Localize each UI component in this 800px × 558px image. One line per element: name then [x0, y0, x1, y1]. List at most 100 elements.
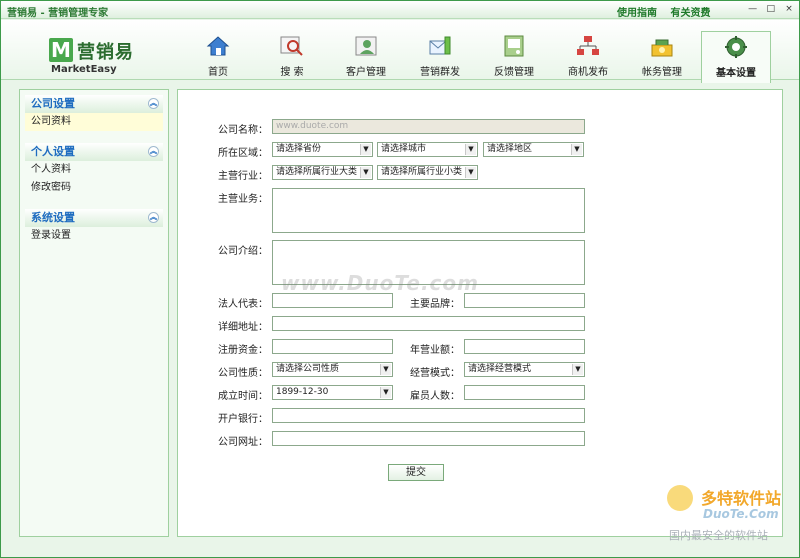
nav-customer[interactable]: 客户管理 [331, 31, 401, 79]
search-icon [280, 36, 303, 56]
watermark-en: DuoTe.Com [703, 507, 779, 521]
close-button[interactable]: × [783, 3, 795, 15]
region-label: 所在区域： [218, 148, 268, 159]
logo-en: MarketEasy [51, 64, 117, 75]
sidebar-item-personal-info[interactable]: 个人资料 [25, 161, 163, 179]
founded-date-picker[interactable]: 1899-12-30 ▼ [272, 385, 393, 400]
brand-label: 主要品牌： [410, 299, 460, 310]
nav-broadcast-label: 营销群发 [420, 67, 460, 78]
nav-broadcast[interactable]: 营销群发 [405, 31, 475, 79]
city-value: 请选择城市 [381, 144, 427, 154]
nav-feedback[interactable]: 反馈管理 [479, 31, 549, 79]
sidebar-item-company-info[interactable]: 公司资料 [25, 113, 163, 131]
nature-value: 请选择公司性质 [276, 364, 340, 374]
watermark-cn: 多特软件站 [701, 489, 782, 508]
employees-label: 雇员人数： [410, 391, 460, 402]
home-icon [206, 36, 230, 56]
app-logo: M 营销易 MarketEasy [49, 38, 149, 78]
window-title: 营销易 - 营销管理专家 [7, 8, 109, 19]
nav-customer-label: 客户管理 [346, 67, 386, 78]
industry-major-select[interactable]: 请选择所属行业大类 ▼ [272, 165, 373, 180]
customer-icon [355, 36, 377, 56]
sidebar-header-company[interactable]: 公司设置 ︽ [25, 95, 163, 113]
watermark-badge: 多特软件站 DuoTe.Com 国内最安全的软件站 [661, 479, 791, 549]
sidebar-header-personal[interactable]: 个人设置 ︽ [25, 143, 163, 161]
nature-select[interactable]: 请选择公司性质 ▼ [272, 362, 393, 377]
pricing-link[interactable]: 有关资费 [670, 8, 710, 19]
nav-opportunity[interactable]: 商机发布 [553, 31, 623, 79]
nav-settings-label: 基本设置 [716, 68, 756, 79]
maximize-button[interactable]: □ [765, 3, 777, 15]
business-textarea[interactable] [272, 188, 585, 233]
province-value: 请选择省份 [276, 144, 322, 154]
province-select[interactable]: 请选择省份 ▼ [272, 142, 373, 157]
employees-field[interactable] [464, 385, 585, 400]
industry-label: 主营行业： [218, 171, 268, 182]
company-name-label: 公司名称： [218, 125, 268, 136]
watermark-tag: 国内最安全的软件站 [669, 529, 768, 542]
nav-opportunity-label: 商机发布 [568, 67, 608, 78]
chevron-down-icon: ▼ [360, 167, 371, 178]
sidebar-item-login-settings[interactable]: 登录设置 [25, 227, 163, 245]
submit-button[interactable]: 提交 [388, 464, 444, 481]
guide-link[interactable]: 使用指南 [617, 8, 657, 19]
logo-mark: M [49, 38, 73, 62]
website-label: 公司网址： [218, 437, 268, 448]
watermark-url: www.DuoTe.com [281, 271, 479, 295]
sidebar-item-change-password[interactable]: 修改密码 [25, 179, 163, 197]
nav-feedback-label: 反馈管理 [494, 67, 534, 78]
chevron-down-icon: ▼ [465, 144, 476, 155]
revenue-label: 年营业额： [410, 345, 460, 356]
website-field[interactable] [272, 431, 585, 446]
sidebar-group-system: 系统设置 ︽ 登录设置 [25, 209, 163, 245]
nav-search-label: 搜 索 [280, 67, 304, 78]
sidebar-group-company: 公司设置 ︽ 公司资料 [25, 95, 163, 131]
company-name-field[interactable]: www.duote.com [272, 119, 585, 134]
sidebar-group-personal: 个人设置 ︽ 个人资料 修改密码 [25, 143, 163, 197]
bank-field[interactable] [272, 408, 585, 423]
sidebar-header-label: 系统设置 [31, 211, 75, 224]
legal-rep-field[interactable] [272, 293, 393, 308]
nav-search[interactable]: 搜 索 [257, 31, 327, 79]
nature-label: 公司性质： [218, 368, 268, 379]
chevron-up-icon[interactable]: ︽ [148, 212, 159, 223]
address-label: 详细地址： [218, 322, 268, 333]
intro-label: 公司介绍： [218, 246, 268, 257]
org-chart-icon [577, 36, 599, 55]
nav-settings[interactable]: 基本设置 [701, 31, 771, 83]
chevron-up-icon[interactable]: ︽ [148, 98, 159, 109]
app-window: 营销易 - 营销管理专家 使用指南 有关资费 — □ × M 营销易 Marke… [0, 0, 800, 558]
sidebar-header-system[interactable]: 系统设置 ︽ [25, 209, 163, 227]
chevron-up-icon[interactable]: ︽ [148, 146, 159, 157]
nav-account[interactable]: 帐务管理 [627, 31, 697, 79]
chevron-down-icon: ▼ [465, 167, 476, 178]
chevron-down-icon: ▼ [380, 387, 391, 398]
capital-field[interactable] [272, 339, 393, 354]
minimize-button[interactable]: — [747, 3, 759, 15]
industry-major-value: 请选择所属行业大类 [276, 167, 358, 177]
chevron-down-icon: ▼ [360, 144, 371, 155]
nav-home-label: 首页 [208, 67, 228, 78]
mode-value: 请选择经营模式 [468, 364, 532, 374]
nav-home[interactable]: 首页 [183, 31, 253, 79]
industry-minor-value: 请选择所属行业小类 [381, 167, 463, 177]
main-toolbar: M 营销易 MarketEasy 首页 搜 索 客户管理 营销群发 反馈管理 商… [1, 20, 799, 83]
mode-select[interactable]: 请选择经营模式 ▼ [464, 362, 585, 377]
district-select[interactable]: 请选择地区 ▼ [483, 142, 584, 157]
mascot-icon [667, 485, 693, 511]
industry-minor-select[interactable]: 请选择所属行业小类 ▼ [377, 165, 478, 180]
chevron-down-icon: ▼ [572, 364, 583, 375]
nav-account-label: 帐务管理 [642, 67, 682, 78]
address-field[interactable] [272, 316, 585, 331]
founded-value: 1899-12-30 [276, 387, 329, 397]
brand-field[interactable] [464, 293, 585, 308]
company-form: 公司名称： www.duote.com 所在区域： 请选择省份 ▼ 请选择城市 ▼ … [177, 89, 783, 537]
revenue-field[interactable] [464, 339, 585, 354]
title-links: 使用指南 有关资费 [617, 4, 720, 19]
sidebar: 公司设置 ︽ 公司资料 个人设置 ︽ 个人资料 修改密码 系统设置 ︽ 登录设置 [19, 89, 169, 537]
logo-cn: 营销易 [77, 42, 134, 63]
legal-rep-label: 法人代表： [218, 299, 268, 310]
window-controls: — □ × [744, 3, 795, 15]
feedback-icon [504, 35, 524, 57]
city-select[interactable]: 请选择城市 ▼ [377, 142, 478, 157]
